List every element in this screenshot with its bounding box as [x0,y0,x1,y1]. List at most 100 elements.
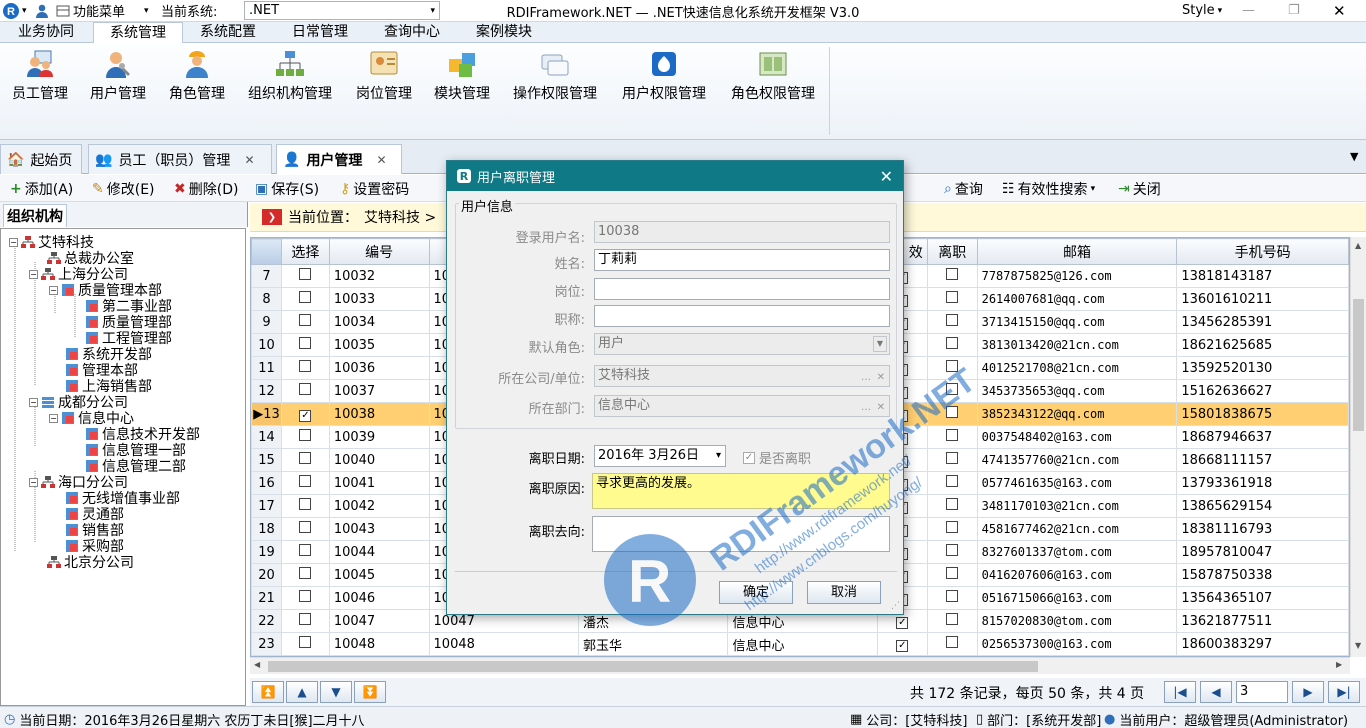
checkbox-icon[interactable] [299,429,312,441]
resigned-checkbox[interactable] [926,333,978,357]
page-number-input[interactable]: 3 [1236,681,1288,703]
select-checkbox[interactable] [280,287,330,311]
vertical-scrollbar[interactable]: ▲ ▼ [1350,237,1366,657]
scrollbar-thumb[interactable] [1353,299,1364,431]
checkbox-icon[interactable] [299,268,312,280]
resigned-checkbox[interactable] [926,517,978,541]
edit-button[interactable]: ✎ 修改(E) [92,178,155,200]
resigned-checkbox[interactable] [926,379,978,403]
select-checkbox[interactable] [280,333,330,357]
query-button[interactable]: ⌕ 查询 [944,178,983,200]
tree-node[interactable]: 北京分公司 [47,554,134,571]
restore-icon[interactable]: ❐ [1288,1,1300,20]
scroll-up-icon[interactable]: ▲ [1355,241,1361,250]
checkbox-icon[interactable] [299,567,312,579]
valid-search-button[interactable]: ☷ 有效性搜索 ▾ [1002,178,1095,200]
user-icon[interactable] [34,1,50,20]
checkbox-icon[interactable] [299,383,312,395]
column-header[interactable]: 离职 [926,238,978,265]
resigned-checkbox[interactable] [926,471,978,495]
close-tab-icon[interactable]: ✕ [244,153,254,167]
tab-business[interactable]: 业务协同 [4,22,88,43]
first-page-button[interactable]: |◀ [1164,681,1196,703]
valid-checkbox[interactable]: ✓ [876,632,928,656]
checkbox-icon[interactable] [299,636,312,648]
tab-system-config[interactable]: 系统配置 [186,22,270,43]
tab-examples[interactable]: 案例模块 [462,22,546,43]
resigned-checkbox[interactable] [926,563,978,587]
name-field[interactable]: 丁莉莉 [594,249,890,271]
tab-system-management[interactable]: 系统管理 [93,22,183,43]
checkbox-icon[interactable] [299,337,312,349]
checkbox-icon[interactable] [946,406,959,418]
checkbox-checked-icon[interactable]: ✓ [896,616,909,629]
position-field[interactable] [594,278,890,300]
current-system-select[interactable]: .NET ▾ [244,1,440,20]
department-field[interactable]: 信息中心 … ✕ [594,395,890,417]
row-indicator-header[interactable] [251,238,282,265]
select-checkbox[interactable] [280,540,330,564]
select-checkbox[interactable] [280,609,330,633]
checkbox-icon[interactable] [946,613,959,625]
whereabouts-textarea[interactable] [592,516,890,552]
checkbox-icon[interactable] [299,475,312,487]
collapse-icon[interactable]: − [49,285,58,295]
close-button[interactable]: ⇥ 关闭 [1118,178,1161,200]
collapse-icon[interactable]: − [29,397,38,407]
resigned-checkbox[interactable] [926,448,978,472]
checkbox-icon[interactable] [299,360,312,372]
leave-reason-textarea[interactable]: 寻求更高的发展。 [592,473,890,509]
ribbon-button-org-structure[interactable]: 组织机构管理 [243,49,337,109]
select-checkbox[interactable] [280,632,330,656]
login-name-field[interactable]: 10038 [594,221,890,243]
resize-grip-icon[interactable]: ⋰ [891,601,900,611]
ellipsis-icon[interactable]: … [861,368,871,388]
column-header[interactable]: 编号 [328,238,430,265]
checkbox-icon[interactable] [946,452,959,464]
tab-employee-management[interactable]: 👥 员工（职员）管理 ✕ [88,144,272,174]
select-checkbox[interactable] [280,310,330,334]
close-dialog-icon[interactable]: ✕ [880,167,893,186]
checkbox-icon[interactable] [946,544,959,556]
collapse-icon[interactable]: − [49,413,58,423]
select-checkbox[interactable] [280,448,330,472]
move-up-button[interactable]: ▲ [286,681,318,703]
resigned-checkbox[interactable] [926,494,978,518]
close-tab-icon[interactable]: ✕ [376,153,386,167]
select-checkbox[interactable] [280,586,330,610]
resigned-checkbox[interactable] [926,425,978,449]
resigned-checkbox[interactable] [926,356,978,380]
app-logo-icon[interactable]: R [2,1,20,20]
checkbox-icon[interactable] [946,314,959,326]
checkbox-icon[interactable] [299,498,312,510]
select-checkbox[interactable] [280,494,330,518]
style-menu[interactable]: Style ▾ [1182,1,1222,20]
collapse-icon[interactable]: − [29,477,38,487]
ribbon-button-position[interactable]: 岗位管理 [348,49,420,109]
leave-date-picker[interactable]: 2016年 3月26日 ▾ [594,445,726,467]
collapse-icon[interactable]: − [9,237,18,247]
checkbox-icon[interactable] [299,291,312,303]
prev-page-button[interactable]: ◀ [1200,681,1232,703]
checkbox-icon[interactable] [946,498,959,510]
resigned-checkbox[interactable] [926,402,978,426]
checkbox-checked-icon[interactable]: ✓ [299,409,312,422]
tab-start-page[interactable]: 🏠 起始页 [0,144,82,174]
column-header[interactable]: 手机号码 [1176,238,1349,265]
select-checkbox[interactable] [280,356,330,380]
move-down-button[interactable]: ▼ [320,681,352,703]
checkbox-icon[interactable] [299,521,312,533]
resigned-checkbox[interactable] [926,540,978,564]
resigned-checkbox[interactable] [926,310,978,334]
move-bottom-button[interactable]: ⏬ [354,681,386,703]
left-panel-title[interactable]: 组织机构 [3,204,67,227]
checkbox-icon[interactable] [299,544,312,556]
set-password-button[interactable]: ⚷ 设置密码 [340,178,409,200]
tab-query-center[interactable]: 查询中心 [370,22,454,43]
tab-daily-management[interactable]: 日常管理 [278,22,362,43]
checkbox-icon[interactable] [946,429,959,441]
checkbox-icon[interactable] [946,636,959,648]
checkbox-icon[interactable] [299,613,312,625]
ok-button[interactable]: 确定 [719,581,793,604]
scroll-down-icon[interactable]: ▼ [1355,641,1361,650]
